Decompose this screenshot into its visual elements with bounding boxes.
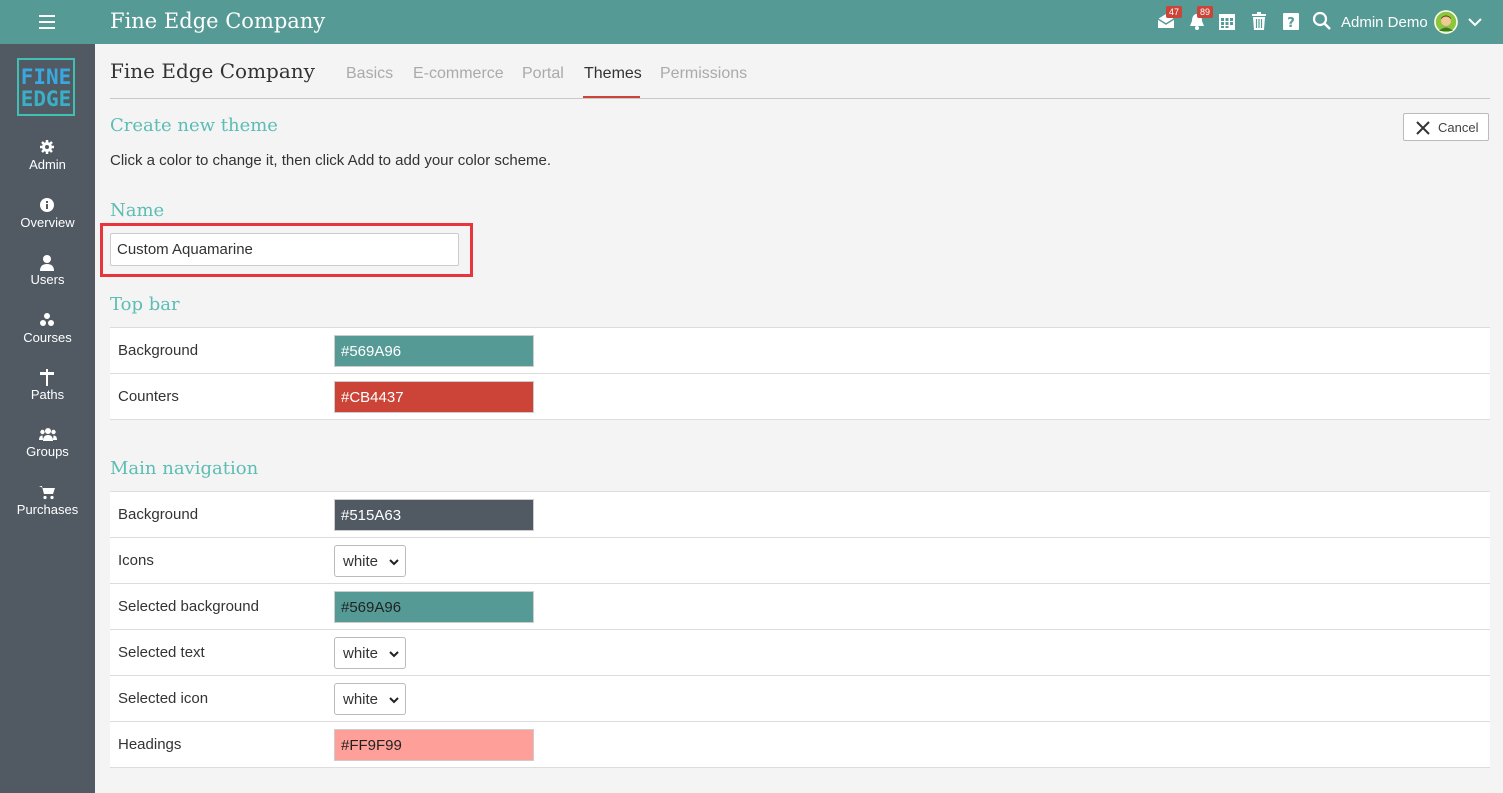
row-label: Background bbox=[118, 342, 199, 359]
hamburger-icon-bar bbox=[39, 21, 55, 23]
logo-line-1: FINE bbox=[20, 65, 72, 89]
sidebar: FINE EDGE Admin Overview Users Courses P… bbox=[0, 44, 95, 793]
row-label: Selected text bbox=[118, 644, 205, 661]
help-button[interactable]: ? bbox=[1282, 11, 1304, 33]
chevron-down-icon bbox=[389, 651, 399, 658]
top-bar: Fine Edge Company 47 89 ? Admin Demo bbox=[0, 0, 1503, 44]
chevron-down-icon bbox=[389, 559, 399, 566]
sidebar-item-label: Overview bbox=[20, 215, 75, 230]
tab-themes[interactable]: Themes bbox=[584, 65, 642, 83]
calendar-button[interactable] bbox=[1218, 11, 1240, 33]
theme-name-input[interactable] bbox=[110, 233, 459, 266]
hamburger-icon bbox=[39, 15, 55, 17]
menu-toggle-button[interactable] bbox=[30, 12, 64, 32]
tabs-divider bbox=[110, 98, 1490, 99]
brand-title: Fine Edge Company bbox=[110, 9, 326, 33]
svg-text:?: ? bbox=[1287, 16, 1295, 31]
color-picker-swatch[interactable]: #FF9F99 bbox=[334, 729, 534, 761]
messages-count-badge: 47 bbox=[1166, 6, 1183, 18]
trash-icon bbox=[1252, 12, 1266, 30]
sidebar-item-admin[interactable]: Admin bbox=[0, 139, 95, 193]
row-label: Background bbox=[118, 506, 199, 523]
avatar-icon bbox=[1434, 10, 1458, 34]
row-label: Headings bbox=[118, 736, 182, 753]
user-menu-name[interactable]: Admin Demo bbox=[1341, 14, 1428, 31]
signpost-icon bbox=[40, 369, 54, 386]
user-icon bbox=[40, 255, 54, 271]
sidebar-item-purchases[interactable]: Purchases bbox=[0, 484, 95, 538]
user-menu-toggle[interactable] bbox=[1466, 14, 1484, 30]
tab-permissions[interactable]: Permissions bbox=[660, 65, 747, 83]
courses-icon bbox=[40, 313, 54, 326]
row-label: Icons bbox=[118, 552, 154, 569]
group-icon bbox=[39, 428, 57, 441]
form-description: Click a color to change it, then click A… bbox=[110, 152, 552, 169]
sidebar-item-courses[interactable]: Courses bbox=[0, 312, 95, 366]
chevron-down-icon bbox=[389, 697, 399, 704]
sidebar-item-overview[interactable]: Overview bbox=[0, 197, 95, 251]
logo-line-2: EDGE bbox=[20, 87, 72, 111]
sidebar-item-label: Groups bbox=[26, 444, 69, 459]
calendar-icon bbox=[1219, 14, 1235, 30]
cart-icon bbox=[39, 486, 55, 500]
color-picker-swatch[interactable]: #515A63 bbox=[334, 499, 534, 531]
select-value: white bbox=[343, 691, 379, 708]
tab-basics[interactable]: Basics bbox=[346, 65, 393, 83]
row-label: Selected background bbox=[118, 598, 259, 615]
color-picker-swatch[interactable]: #569A96 bbox=[334, 591, 534, 623]
sidebar-item-label: Purchases bbox=[16, 502, 79, 517]
select-value: white bbox=[343, 645, 379, 662]
notifications-count-badge: 89 bbox=[1197, 6, 1214, 18]
table-row: Headings #FF9F99 bbox=[110, 722, 1490, 768]
search-icon bbox=[1312, 11, 1331, 30]
sidebar-item-groups[interactable]: Groups bbox=[0, 426, 95, 480]
company-logo[interactable]: FINE EDGE bbox=[17, 58, 75, 116]
sidebar-item-label: Paths bbox=[30, 387, 65, 402]
page-title: Fine Edge Company bbox=[110, 59, 315, 83]
selected-icon-color-select[interactable]: white bbox=[334, 683, 406, 715]
main-navigation-table: Background #515A63 Icons white Selected … bbox=[110, 491, 1490, 768]
chevron-down-icon bbox=[1468, 18, 1482, 27]
sidebar-item-label: Courses bbox=[23, 330, 72, 345]
tab-portal[interactable]: Portal bbox=[522, 65, 564, 83]
color-picker-swatch[interactable]: #CB4437 bbox=[334, 381, 534, 413]
name-label: Name bbox=[110, 200, 165, 221]
gear-icon bbox=[40, 140, 54, 154]
table-row: Icons white bbox=[110, 538, 1490, 584]
table-row: Selected icon white bbox=[110, 676, 1490, 722]
info-icon bbox=[40, 198, 54, 212]
selected-text-color-select[interactable]: white bbox=[334, 637, 406, 669]
search-button[interactable] bbox=[1312, 11, 1334, 33]
top-bar-table: Background #569A96 Counters #CB4437 bbox=[110, 327, 1490, 420]
sidebar-item-label: Users bbox=[30, 272, 65, 287]
tab-e-commerce[interactable]: E-commerce bbox=[413, 65, 504, 83]
cancel-button-label: Cancel bbox=[1438, 120, 1479, 135]
sidebar-item-paths[interactable]: Paths bbox=[0, 369, 95, 423]
sidebar-item-users[interactable]: Users bbox=[0, 254, 95, 308]
select-value: white bbox=[343, 553, 379, 570]
icons-color-select[interactable]: white bbox=[334, 545, 406, 577]
cancel-button[interactable]: Cancel bbox=[1403, 113, 1489, 141]
close-icon bbox=[1416, 121, 1430, 135]
table-row: Background #569A96 bbox=[110, 328, 1490, 374]
top-bar-heading: Top bar bbox=[110, 294, 180, 315]
hamburger-icon-bar bbox=[39, 27, 55, 29]
sidebar-item-label: Admin bbox=[29, 157, 66, 172]
trash-button[interactable] bbox=[1251, 11, 1273, 33]
help-icon: ? bbox=[1283, 13, 1299, 31]
main-navigation-heading: Main navigation bbox=[110, 458, 259, 479]
table-row: Counters #CB4437 bbox=[110, 374, 1490, 420]
row-label: Selected icon bbox=[118, 690, 209, 707]
table-row: Background #515A63 bbox=[110, 492, 1490, 538]
create-theme-heading: Create new theme bbox=[110, 115, 278, 136]
table-row: Selected background #569A96 bbox=[110, 584, 1490, 630]
avatar[interactable] bbox=[1434, 10, 1458, 34]
color-picker-swatch[interactable]: #569A96 bbox=[334, 335, 534, 367]
table-row: Selected text white bbox=[110, 630, 1490, 676]
row-label: Counters bbox=[118, 388, 179, 405]
